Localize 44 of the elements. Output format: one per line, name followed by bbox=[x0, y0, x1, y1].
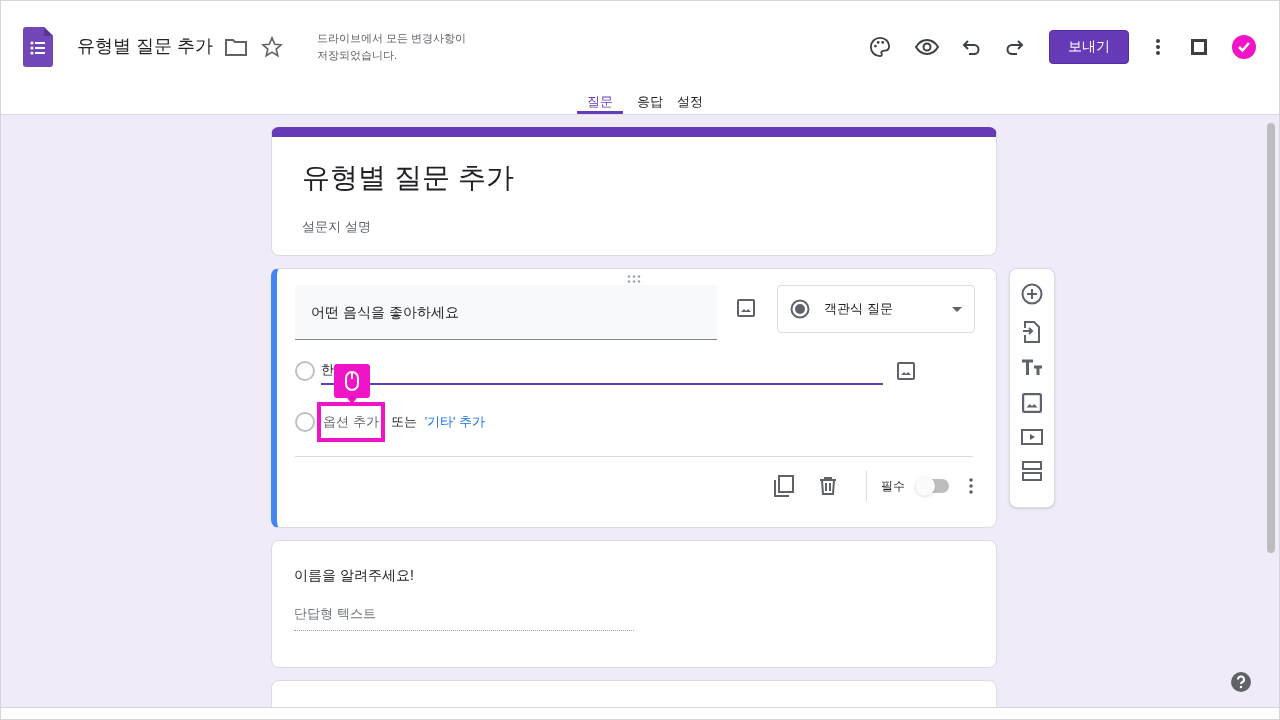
form-title[interactable]: 유형별 질문 추가 bbox=[302, 157, 966, 199]
radio-icon bbox=[790, 299, 810, 319]
tab[interactable]: 응답 bbox=[637, 92, 663, 114]
or-label: 또는 bbox=[390, 413, 417, 432]
account-avatar-icon[interactable] bbox=[1231, 33, 1257, 60]
folder-icon[interactable] bbox=[225, 37, 247, 56]
drag-handle-icon[interactable] bbox=[627, 275, 641, 283]
trash-icon[interactable] bbox=[820, 477, 836, 495]
send-button[interactable]: 보내기 bbox=[1049, 29, 1129, 64]
forms-logo-icon[interactable] bbox=[23, 26, 53, 67]
star-icon[interactable] bbox=[261, 35, 283, 58]
required-toggle[interactable] bbox=[915, 476, 951, 496]
question-title[interactable]: 이름을 알려주세요! bbox=[294, 565, 974, 586]
question-type-dropdown[interactable]: 객관식 질문 bbox=[777, 285, 975, 333]
save-status: 드라이브에서 모든 변경사항이 저장되었습니다. bbox=[317, 30, 468, 63]
image-icon[interactable] bbox=[897, 362, 915, 380]
form-description[interactable]: 설문지 설명 bbox=[302, 217, 966, 237]
required-label: 필수 bbox=[881, 478, 905, 495]
import-icon[interactable] bbox=[1023, 321, 1041, 343]
more-icon[interactable] bbox=[969, 478, 973, 494]
square-icon[interactable] bbox=[1191, 38, 1207, 55]
section-icon[interactable] bbox=[1022, 461, 1042, 481]
more-icon[interactable] bbox=[1155, 37, 1161, 56]
image-icon[interactable] bbox=[1022, 393, 1042, 413]
help-icon[interactable] bbox=[1231, 672, 1251, 692]
question-type-label: 객관식 질문 bbox=[824, 300, 894, 319]
video-icon[interactable] bbox=[1021, 429, 1043, 445]
short-answer-field[interactable]: 단답형 텍스트 bbox=[294, 604, 634, 631]
add-icon[interactable] bbox=[1021, 283, 1043, 305]
copy-icon[interactable] bbox=[774, 475, 794, 497]
empty-circle-icon bbox=[295, 412, 315, 432]
radio-button[interactable] bbox=[295, 361, 315, 381]
dropdown-arrow-icon bbox=[952, 306, 962, 312]
add-option-link[interactable]: 옵션 추가 bbox=[317, 402, 385, 442]
image-icon[interactable] bbox=[737, 299, 755, 317]
question-title-field[interactable]: 어떤 음식을 좋아하세요 bbox=[295, 285, 717, 340]
scrollbar[interactable] bbox=[1267, 123, 1275, 553]
document-title[interactable]: 유형별 질문 추가 bbox=[77, 33, 213, 60]
tab[interactable]: 설정 bbox=[677, 92, 703, 114]
mouse-icon bbox=[345, 371, 359, 391]
palette-icon[interactable] bbox=[869, 35, 891, 58]
add-other-link[interactable]: '기타' 추가 bbox=[424, 412, 486, 432]
eye-icon[interactable] bbox=[915, 37, 939, 56]
title-text-icon[interactable] bbox=[1021, 359, 1043, 377]
